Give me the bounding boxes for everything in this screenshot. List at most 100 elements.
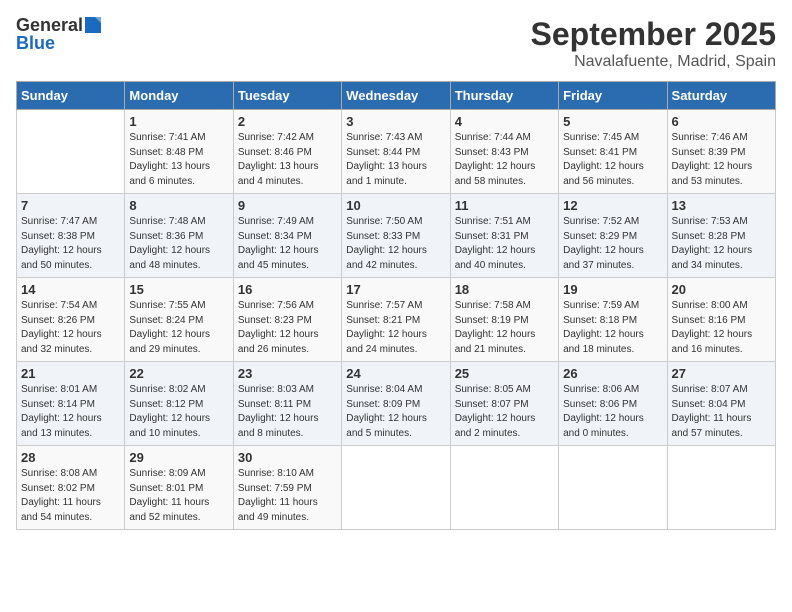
calendar-cell: 30Sunrise: 8:10 AM Sunset: 7:59 PM Dayli…: [233, 446, 341, 530]
calendar-cell: 11 Sunrise: 7:51 AM Sunset: 8:31 PM Dayli…: [450, 194, 558, 278]
day-number: 17: [346, 282, 445, 297]
day-number: 13: [672, 198, 771, 213]
calendar-cell: [450, 446, 558, 530]
day-number: 14: [21, 282, 120, 297]
weekday-header: Tuesday: [233, 82, 341, 110]
day-number: 22: [129, 366, 228, 381]
day-number: 25: [455, 366, 554, 381]
day-number: 29: [129, 450, 228, 465]
page-header: General Blue September 2025 Navalafuente…: [16, 16, 776, 71]
calendar-cell: 21Sunrise: 8:01 AM Sunset: 8:14 PM Dayli…: [17, 362, 125, 446]
day-number: 8: [129, 198, 228, 213]
calendar-title: September 2025: [531, 16, 776, 53]
day-info: Sunrise: 7:50 AM Sunset: 8:33 PM Dayligh…: [346, 215, 445, 273]
calendar-cell: 22 Sunrise: 8:02 AM Sunset: 8:12 PM Dayli…: [125, 362, 233, 446]
weekday-header: Saturday: [667, 82, 775, 110]
day-number: 28: [21, 450, 120, 465]
calendar-cell: 2 Sunrise: 7:42 AM Sunset: 8:46 PM Daylig…: [233, 110, 341, 194]
day-number: 23: [238, 366, 337, 381]
calendar-cell: 24 Sunrise: 8:04 AM Sunset: 8:09 PM Dayli…: [342, 362, 450, 446]
day-info: Sunrise: 8:07 AM Sunset: 8:04 PM Dayligh…: [672, 383, 771, 441]
day-number: 19: [563, 282, 662, 297]
calendar-cell: 9Sunrise: 7:49 AM Sunset: 8:34 PM Daylig…: [233, 194, 341, 278]
day-number: 5: [563, 114, 662, 129]
calendar-cell: 28 Sunrise: 8:08 AM Sunset: 8:02 PM Dayli…: [17, 446, 125, 530]
calendar-table: SundayMondayTuesdayWednesdayThursdayFrid…: [16, 81, 776, 530]
calendar-cell: 1 Sunrise: 7:41 AM Sunset: 8:48 PM Daylig…: [125, 110, 233, 194]
day-number: 12: [563, 198, 662, 213]
calendar-cell: 26Sunrise: 8:06 AM Sunset: 8:06 PM Dayli…: [559, 362, 667, 446]
day-info: Sunrise: 8:04 AM Sunset: 8:09 PM Dayligh…: [346, 383, 445, 441]
day-info: Sunrise: 7:59 AM Sunset: 8:18 PM Dayligh…: [563, 299, 662, 357]
day-info: Sunrise: 7:51 AM Sunset: 8:31 PM Dayligh…: [455, 215, 554, 273]
day-number: 15: [129, 282, 228, 297]
calendar-cell: 18 Sunrise: 7:58 AM Sunset: 8:19 PM Dayli…: [450, 278, 558, 362]
calendar-week-row: 1 Sunrise: 7:41 AM Sunset: 8:48 PM Daylig…: [17, 110, 776, 194]
calendar-cell: 27 Sunrise: 8:07 AM Sunset: 8:04 PM Dayli…: [667, 362, 775, 446]
calendar-cell: [559, 446, 667, 530]
day-info: Sunrise: 7:53 AM Sunset: 8:28 PM Dayligh…: [672, 215, 771, 273]
day-number: 9: [238, 198, 337, 213]
day-info: Sunrise: 7:48 AM Sunset: 8:36 PM Dayligh…: [129, 215, 228, 273]
calendar-cell: 8 Sunrise: 7:48 AM Sunset: 8:36 PM Daylig…: [125, 194, 233, 278]
logo-blue-text: Blue: [16, 34, 55, 54]
day-info: Sunrise: 7:42 AM Sunset: 8:46 PM Dayligh…: [238, 131, 337, 189]
day-info: Sunrise: 8:05 AM Sunset: 8:07 PM Dayligh…: [455, 383, 554, 441]
calendar-cell: 20 Sunrise: 8:00 AM Sunset: 8:16 PM Dayli…: [667, 278, 775, 362]
calendar-cell: 15Sunrise: 7:55 AM Sunset: 8:24 PM Dayli…: [125, 278, 233, 362]
day-number: 11: [455, 198, 554, 213]
calendar-week-row: 21Sunrise: 8:01 AM Sunset: 8:14 PM Dayli…: [17, 362, 776, 446]
calendar-cell: 5 Sunrise: 7:45 AM Sunset: 8:41 PM Daylig…: [559, 110, 667, 194]
day-info: Sunrise: 7:58 AM Sunset: 8:19 PM Dayligh…: [455, 299, 554, 357]
calendar-cell: 3 Sunrise: 7:43 AM Sunset: 8:44 PM Daylig…: [342, 110, 450, 194]
day-info: Sunrise: 7:41 AM Sunset: 8:48 PM Dayligh…: [129, 131, 228, 189]
calendar-cell: [342, 446, 450, 530]
calendar-cell: 17 Sunrise: 7:57 AM Sunset: 8:21 PM Dayli…: [342, 278, 450, 362]
header-row: SundayMondayTuesdayWednesdayThursdayFrid…: [17, 82, 776, 110]
day-info: Sunrise: 8:10 AM Sunset: 7:59 PM Dayligh…: [238, 467, 337, 525]
weekday-header: Sunday: [17, 82, 125, 110]
day-number: 2: [238, 114, 337, 129]
day-number: 24: [346, 366, 445, 381]
title-block: September 2025 Navalafuente, Madrid, Spa…: [531, 16, 776, 71]
calendar-cell: 16Sunrise: 7:56 AM Sunset: 8:23 PM Dayli…: [233, 278, 341, 362]
day-number: 20: [672, 282, 771, 297]
calendar-cell: 7 Sunrise: 7:47 AM Sunset: 8:38 PM Daylig…: [17, 194, 125, 278]
weekday-header: Monday: [125, 82, 233, 110]
day-info: Sunrise: 7:52 AM Sunset: 8:29 PM Dayligh…: [563, 215, 662, 273]
day-info: Sunrise: 7:43 AM Sunset: 8:44 PM Dayligh…: [346, 131, 445, 189]
logo: General Blue: [16, 16, 101, 54]
weekday-header: Wednesday: [342, 82, 450, 110]
weekday-header: Thursday: [450, 82, 558, 110]
calendar-cell: 10 Sunrise: 7:50 AM Sunset: 8:33 PM Dayli…: [342, 194, 450, 278]
day-info: Sunrise: 7:56 AM Sunset: 8:23 PM Dayligh…: [238, 299, 337, 357]
calendar-cell: [667, 446, 775, 530]
day-info: Sunrise: 8:02 AM Sunset: 8:12 PM Dayligh…: [129, 383, 228, 441]
day-info: Sunrise: 7:54 AM Sunset: 8:26 PM Dayligh…: [21, 299, 120, 357]
day-number: 4: [455, 114, 554, 129]
day-info: Sunrise: 8:03 AM Sunset: 8:11 PM Dayligh…: [238, 383, 337, 441]
logo-icon: [85, 17, 101, 33]
day-info: Sunrise: 7:57 AM Sunset: 8:21 PM Dayligh…: [346, 299, 445, 357]
calendar-cell: 29Sunrise: 8:09 AM Sunset: 8:01 PM Dayli…: [125, 446, 233, 530]
day-number: 18: [455, 282, 554, 297]
day-info: Sunrise: 8:00 AM Sunset: 8:16 PM Dayligh…: [672, 299, 771, 357]
day-info: Sunrise: 7:46 AM Sunset: 8:39 PM Dayligh…: [672, 131, 771, 189]
calendar-week-row: 28 Sunrise: 8:08 AM Sunset: 8:02 PM Dayli…: [17, 446, 776, 530]
day-number: 3: [346, 114, 445, 129]
day-number: 7: [21, 198, 120, 213]
day-info: Sunrise: 8:08 AM Sunset: 8:02 PM Dayligh…: [21, 467, 120, 525]
calendar-cell: 19 Sunrise: 7:59 AM Sunset: 8:18 PM Dayli…: [559, 278, 667, 362]
calendar-cell: 25 Sunrise: 8:05 AM Sunset: 8:07 PM Dayli…: [450, 362, 558, 446]
day-number: 27: [672, 366, 771, 381]
day-info: Sunrise: 8:01 AM Sunset: 8:14 PM Dayligh…: [21, 383, 120, 441]
calendar-cell: 6 Sunrise: 7:46 AM Sunset: 8:39 PM Daylig…: [667, 110, 775, 194]
day-number: 10: [346, 198, 445, 213]
day-number: 6: [672, 114, 771, 129]
day-number: 1: [129, 114, 228, 129]
day-info: Sunrise: 7:45 AM Sunset: 8:41 PM Dayligh…: [563, 131, 662, 189]
calendar-cell: 4Sunrise: 7:44 AM Sunset: 8:43 PM Daylig…: [450, 110, 558, 194]
day-info: Sunrise: 7:47 AM Sunset: 8:38 PM Dayligh…: [21, 215, 120, 273]
calendar-week-row: 14 Sunrise: 7:54 AM Sunset: 8:26 PM Dayli…: [17, 278, 776, 362]
day-number: 26: [563, 366, 662, 381]
